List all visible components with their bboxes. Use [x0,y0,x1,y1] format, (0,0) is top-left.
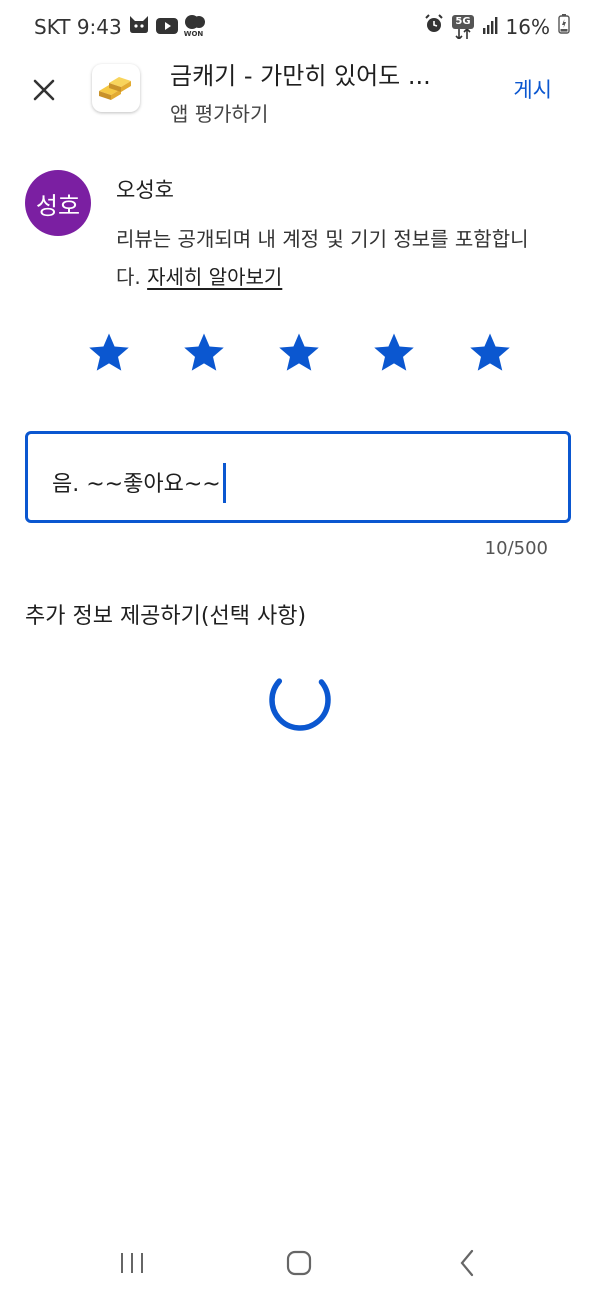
app-title: 금캐기 - 가만히 있어도 ... [170,62,431,90]
post-button[interactable]: 게시 [513,74,552,104]
close-button[interactable] [22,68,66,112]
extra-info-title: 추가 정보 제공하기(선택 사항) [25,604,307,629]
status-bar: SKT 9:43 WON 5G 16% [0,0,600,56]
home-button[interactable] [279,1246,319,1280]
battery-icon [558,14,570,39]
gold-bars-icon [99,77,131,100]
star-5-icon[interactable] [467,330,513,376]
star-4-icon[interactable] [371,330,417,376]
won-label: WON [183,29,204,38]
recent-apps-button[interactable] [112,1246,152,1280]
network-5g-label: 5G [452,14,474,29]
back-icon [460,1249,474,1277]
close-icon [33,79,55,101]
recent-apps-icon [121,1253,143,1273]
user-name: 오성호 [116,178,174,202]
review-input[interactable]: 음. ~~좋아요~~ [25,431,571,523]
status-left: SKT 9:43 WON [34,14,206,39]
status-right: 5G 16% [424,14,570,39]
avatar: 성호 [25,170,91,236]
review-text-wrapper: 음. ~~좋아요~~ [52,463,226,505]
star-1-icon[interactable] [86,330,132,376]
carrier-time: SKT 9:43 [34,14,122,39]
signal-icon [482,15,498,39]
data-transfer-icon: 5G [452,14,474,39]
page-subtitle: 앱 평가하기 [170,102,269,126]
star-2-icon[interactable] [181,330,227,376]
header: 금캐기 - 가만히 있어도 ... 앱 평가하기 게시 [0,56,600,136]
review-notice: 리뷰는 공개되며 내 계정 및 기기 정보를 포함합니다. 자세히 알아보기 [116,220,536,296]
review-text-value: 음. ~~좋아요~~ [52,472,221,497]
learn-more-link[interactable]: 자세히 알아보기 [147,265,282,289]
character-counter: 10/500 [484,538,548,559]
cat-icon [128,14,150,39]
home-icon [286,1250,312,1276]
alarm-icon [424,14,444,39]
won-chat-icon: WON [183,14,206,38]
text-caret [222,463,226,503]
star-3-icon[interactable] [276,330,322,376]
star-rating [0,330,600,380]
loading-spinner-icon [269,669,331,731]
back-button[interactable] [447,1246,487,1280]
battery-text: 16% [505,14,550,39]
app-icon [92,64,140,112]
youtube-icon [155,15,178,39]
system-nav-bar [0,1230,600,1300]
